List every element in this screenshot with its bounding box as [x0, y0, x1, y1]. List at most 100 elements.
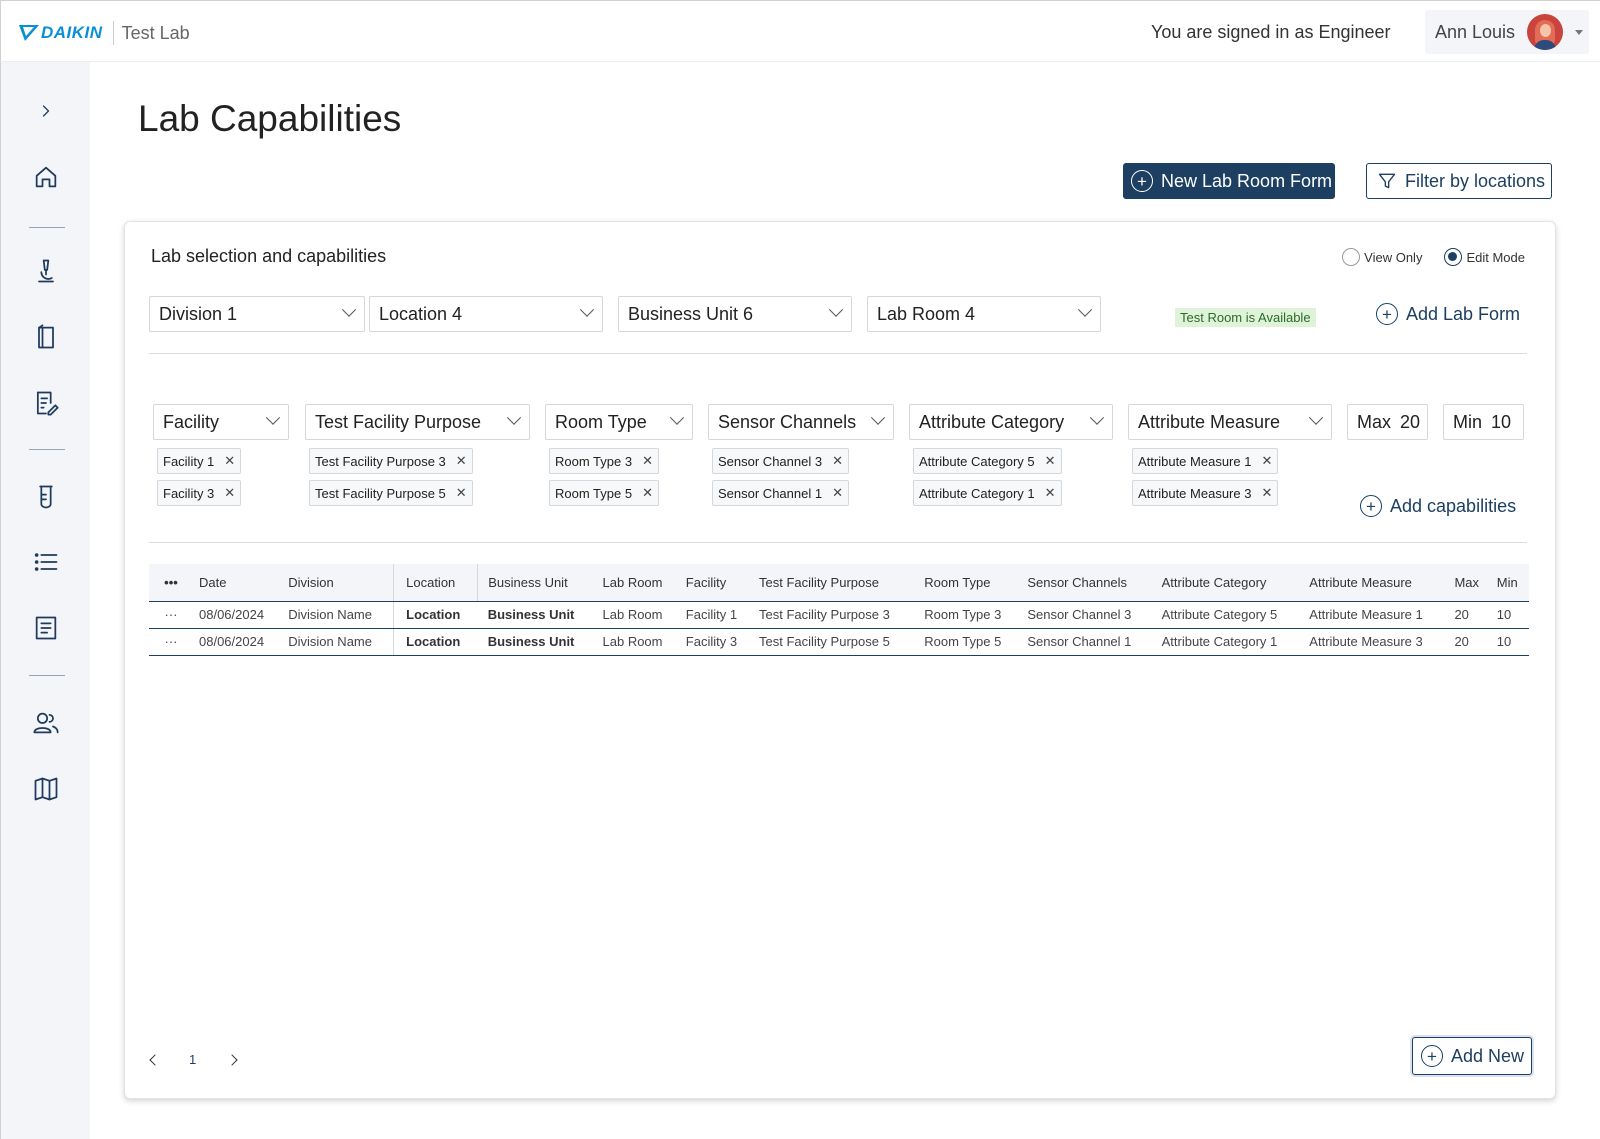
location-select[interactable]: Location 4	[369, 296, 603, 332]
chip-label: Attribute Measure 3	[1138, 485, 1252, 501]
sensor-channels-select[interactable]: Sensor Channels	[708, 404, 894, 440]
test-tube-icon[interactable]	[31, 482, 61, 512]
column-header[interactable]: Lab Room	[596, 564, 680, 602]
add-new-button[interactable]: + Add New	[1412, 1037, 1532, 1075]
book-icon[interactable]	[31, 322, 61, 352]
remove-chip-icon[interactable]: ✕	[832, 453, 843, 469]
column-header[interactable]: Test Facility Purpose	[753, 564, 919, 602]
lab-room-select[interactable]: Lab Room 4	[867, 296, 1101, 332]
sensor-channels-label: Sensor Channels	[718, 411, 857, 432]
add-lab-form-button[interactable]: + Add Lab Form	[1376, 303, 1520, 325]
chevron-down-icon	[579, 302, 595, 317]
attribute-measure-label: Attribute Measure	[1138, 411, 1281, 432]
chip-label: Facility 1	[163, 453, 215, 469]
cell-attribute-category: Attribute Category 1	[1155, 628, 1304, 656]
business-unit-select[interactable]: Business Unit 6	[618, 296, 852, 332]
cell-lab-room: Lab Room	[596, 601, 680, 629]
edit-mode-radio[interactable]	[1444, 248, 1463, 266]
column-header[interactable]: Business Unit	[477, 564, 597, 602]
remove-chip-icon[interactable]: ✕	[832, 485, 843, 501]
column-header[interactable]: Attribute Measure	[1303, 564, 1449, 602]
cell-business-unit: Business Unit	[477, 628, 597, 656]
chevron-right-icon[interactable]	[226, 1053, 238, 1066]
availability-badge: Test Room is Available	[1175, 308, 1316, 327]
column-header[interactable]: Min	[1490, 564, 1529, 602]
map-icon[interactable]	[31, 774, 61, 804]
column-header[interactable]: Sensor Channels	[1021, 564, 1156, 602]
users-icon[interactable]	[31, 708, 61, 738]
cell-attribute-measure: Attribute Measure 3	[1303, 628, 1449, 656]
column-header[interactable]: Room Type	[918, 564, 1022, 602]
chip-room-type: Room Type 5 ✕	[549, 480, 659, 506]
remove-chip-icon[interactable]: ✕	[456, 485, 467, 501]
daikin-logo-icon	[19, 25, 39, 41]
chevron-right-icon[interactable]	[31, 96, 61, 126]
column-header[interactable]: Division	[282, 564, 394, 602]
remove-chip-icon[interactable]: ✕	[1261, 485, 1272, 501]
chip-room-type: Room Type 3 ✕	[549, 448, 659, 474]
edit-document-icon[interactable]	[31, 388, 61, 418]
table-header-row: ••• Date Division Location Business Unit…	[149, 564, 1529, 602]
chevron-down-icon	[669, 410, 685, 425]
cell-date: 08/06/2024	[193, 628, 283, 656]
test-facility-purpose-select[interactable]: Test Facility Purpose	[305, 404, 530, 440]
remove-chip-icon[interactable]: ✕	[1045, 453, 1056, 469]
remove-chip-icon[interactable]: ✕	[224, 453, 235, 469]
cell-location: Location	[393, 628, 478, 656]
table-row[interactable]: ··· 08/06/2024 Division Name Location Bu…	[149, 601, 1529, 629]
chip-label: Room Type 5	[555, 485, 633, 501]
column-header[interactable]: Facility	[679, 564, 754, 602]
chip-sensor: Sensor Channel 3 ✕	[712, 448, 849, 474]
sidebar-divider	[29, 449, 65, 450]
view-only-radio[interactable]	[1342, 248, 1361, 266]
row-menu-icon[interactable]: ···	[149, 601, 193, 629]
remove-chip-icon[interactable]: ✕	[1261, 453, 1272, 469]
remove-chip-icon[interactable]: ✕	[224, 485, 235, 501]
min-input[interactable]: Min 10	[1443, 404, 1524, 440]
home-icon[interactable]	[31, 162, 61, 192]
filter-by-locations-label: Filter by locations	[1405, 170, 1546, 191]
column-header[interactable]: Attribute Category	[1155, 564, 1304, 602]
cell-room-type: Room Type 3	[918, 601, 1022, 629]
table-row[interactable]: ··· 08/06/2024 Division Name Location Bu…	[149, 628, 1529, 656]
add-new-label: Add New	[1451, 1045, 1525, 1066]
chevron-left-icon[interactable]	[149, 1053, 161, 1066]
logo-divider	[112, 21, 114, 45]
chip-label: Facility 3	[163, 485, 215, 501]
chip-attribute-category: Attribute Category 1 ✕	[913, 480, 1062, 506]
attribute-measure-select[interactable]: Attribute Measure	[1128, 404, 1332, 440]
row-menu-icon[interactable]: ···	[149, 628, 193, 656]
add-capabilities-button[interactable]: + Add capabilities	[1360, 495, 1516, 517]
new-lab-room-form-button[interactable]: + New Lab Room Form	[1123, 163, 1335, 199]
brand-logo[interactable]: DAIKIN Test Lab	[19, 21, 190, 45]
attribute-category-select[interactable]: Attribute Category	[909, 404, 1113, 440]
remove-chip-icon[interactable]: ✕	[642, 485, 653, 501]
room-type-select[interactable]: Room Type	[545, 404, 693, 440]
table-menu-icon[interactable]: •••	[149, 564, 193, 602]
facility-select[interactable]: Facility	[153, 404, 289, 440]
chip-facility: Facility 1 ✕	[157, 448, 242, 474]
user-menu[interactable]: Ann Louis	[1425, 10, 1589, 54]
filter-by-locations-button[interactable]: Filter by locations	[1366, 163, 1552, 199]
chip-purpose: Test Facility Purpose 3 ✕	[309, 448, 473, 474]
remove-chip-icon[interactable]: ✕	[456, 453, 467, 469]
chevron-down-icon	[1077, 302, 1093, 317]
division-select[interactable]: Division 1	[149, 296, 365, 332]
cell-purpose: Test Facility Purpose 5	[753, 628, 919, 656]
remove-chip-icon[interactable]: ✕	[1045, 485, 1056, 501]
max-input[interactable]: Max 20	[1347, 404, 1428, 440]
column-header[interactable]: Location	[393, 564, 478, 602]
mode-toggle: View Only Edit Mode	[1342, 248, 1525, 266]
chip-purpose: Test Facility Purpose 5 ✕	[309, 480, 473, 506]
list-icon[interactable]	[31, 547, 61, 577]
remove-chip-icon[interactable]: ✕	[642, 453, 653, 469]
test-facility-purpose-label: Test Facility Purpose	[315, 411, 482, 432]
column-header[interactable]: Date	[193, 564, 283, 602]
lab-selection-card: Lab selection and capabilities View Only…	[124, 221, 1556, 1099]
chip-facility: Facility 3 ✕	[157, 480, 242, 506]
brand-name: DAIKIN	[41, 23, 103, 42]
column-header[interactable]: Max	[1448, 564, 1491, 602]
document-icon[interactable]	[31, 613, 61, 643]
page-number[interactable]: 1	[189, 1052, 196, 1067]
microscope-icon[interactable]	[31, 256, 61, 286]
